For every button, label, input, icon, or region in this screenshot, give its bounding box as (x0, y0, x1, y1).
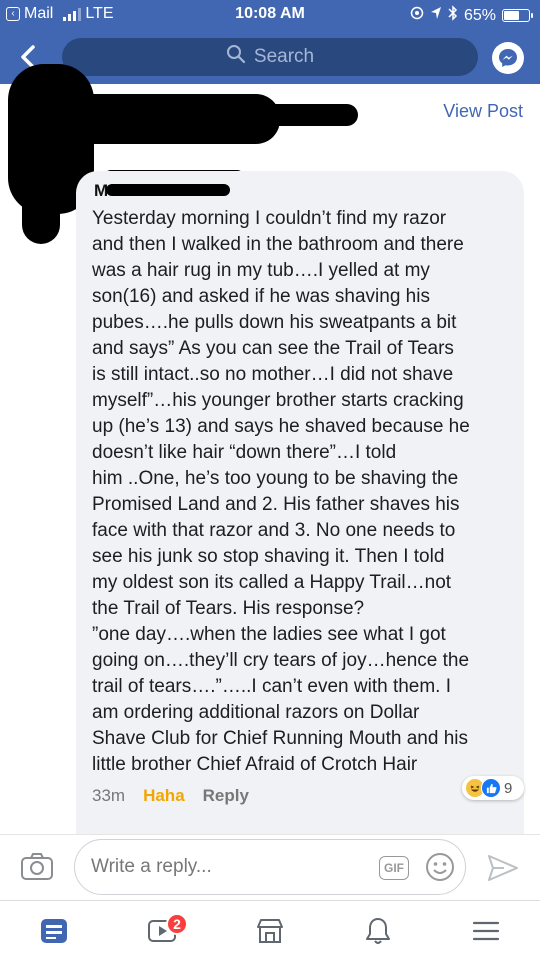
reaction-button[interactable]: Haha (143, 786, 185, 806)
redacted-avatar-scribble-2 (22, 154, 60, 244)
next-comment-edge (120, 826, 450, 830)
notifications-icon[interactable] (360, 913, 396, 949)
news-feed-icon[interactable] (36, 913, 72, 949)
location-arrow-icon (430, 6, 442, 25)
comment-thread: View Post M Yesterday morning I couldn’t… (0, 64, 540, 866)
search-input[interactable]: Search (62, 38, 478, 76)
video-badge: 2 (166, 913, 188, 935)
redacted-author-name (106, 184, 230, 196)
reply-input[interactable]: Write a reply... GIF (74, 839, 466, 895)
reply-composer: Write a reply... GIF (0, 834, 540, 900)
reply-placeholder: Write a reply... (91, 856, 212, 877)
emoji-icon[interactable] (425, 852, 455, 882)
battery-icon (502, 9, 533, 22)
status-bar: ‹ Mail LTE 10:08 AM 65% (0, 0, 540, 30)
comment-text: Yesterday morning I couldn’t find my raz… (92, 208, 470, 775)
messenger-icon[interactable] (492, 42, 524, 74)
tab-bar: 2 (0, 900, 540, 960)
like-icon (481, 778, 501, 798)
reply-button[interactable]: Reply (203, 786, 249, 806)
view-post-link[interactable]: View Post (443, 101, 523, 122)
search-placeholder: Search (253, 46, 315, 67)
comment-meta: 33m Haha Reply (92, 786, 249, 806)
bluetooth-icon (448, 5, 458, 26)
reaction-count: 9 (504, 779, 513, 797)
comment-time: 33m (92, 786, 126, 805)
status-right: 65% (410, 5, 533, 26)
battery-percent: 65% (463, 6, 496, 24)
camera-icon[interactable] (20, 852, 54, 886)
menu-icon[interactable] (468, 913, 504, 949)
marketplace-icon[interactable] (252, 913, 288, 949)
search-icon (226, 44, 246, 70)
battery-fill (504, 11, 519, 20)
location-icon (410, 6, 424, 25)
send-icon[interactable] (486, 851, 520, 885)
reaction-summary[interactable]: 9 (462, 776, 524, 800)
gif-button[interactable]: GIF (379, 856, 409, 880)
